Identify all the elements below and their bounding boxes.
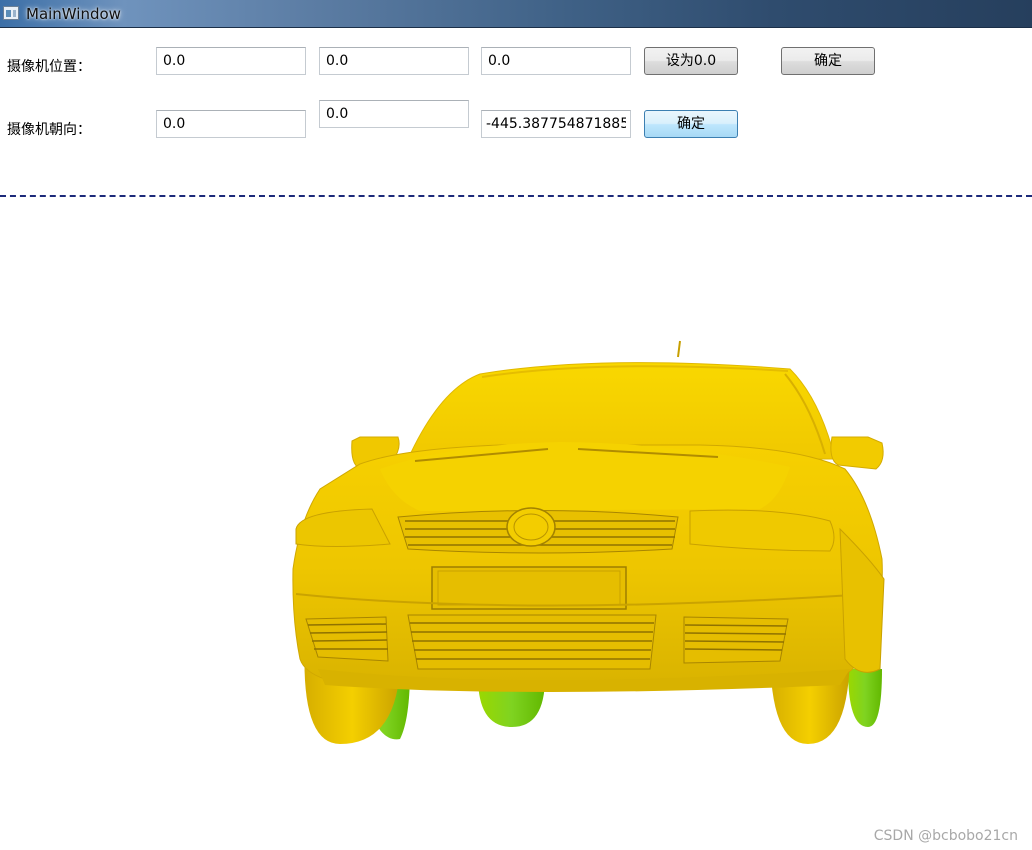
- camera-direction-z-input[interactable]: [481, 110, 631, 138]
- car-model: [292, 340, 885, 744]
- set-to-zero-button[interactable]: 设为0.0: [644, 47, 738, 75]
- camera-position-z-input[interactable]: [481, 47, 631, 75]
- camera-position-y-input[interactable]: [319, 47, 469, 75]
- confirm-position-button[interactable]: 确定: [781, 47, 875, 75]
- camera-position-x-input[interactable]: [156, 47, 306, 75]
- camera-direction-x-input[interactable]: [156, 110, 306, 138]
- lower-grille-right: [683, 616, 789, 664]
- camera-direction-label: 摄像机朝向：: [7, 122, 91, 138]
- right-mirror: [830, 436, 884, 470]
- app-window-icon: [3, 6, 19, 20]
- lower-grille-left: [305, 616, 389, 662]
- camera-position-label: 摄像机位置：: [7, 59, 91, 75]
- title-bar[interactable]: MainWindow: [0, 0, 1032, 28]
- confirm-direction-button[interactable]: 确定: [644, 110, 738, 138]
- rear-right-tire: [848, 669, 882, 727]
- viewport-separator: [0, 195, 1032, 197]
- license-plate: [431, 566, 627, 610]
- watermark: CSDN @bcbobo21cn: [873, 828, 1018, 844]
- 3d-viewport[interactable]: [0, 199, 1032, 850]
- camera-direction-y-input[interactable]: [319, 100, 469, 128]
- window-title: MainWindow: [26, 5, 121, 23]
- main-window: MainWindow 摄像机位置： 设为0.0 确定 摄像机朝向： 确定: [0, 0, 1032, 850]
- antenna: [677, 340, 681, 358]
- lower-grille-center: [407, 614, 657, 670]
